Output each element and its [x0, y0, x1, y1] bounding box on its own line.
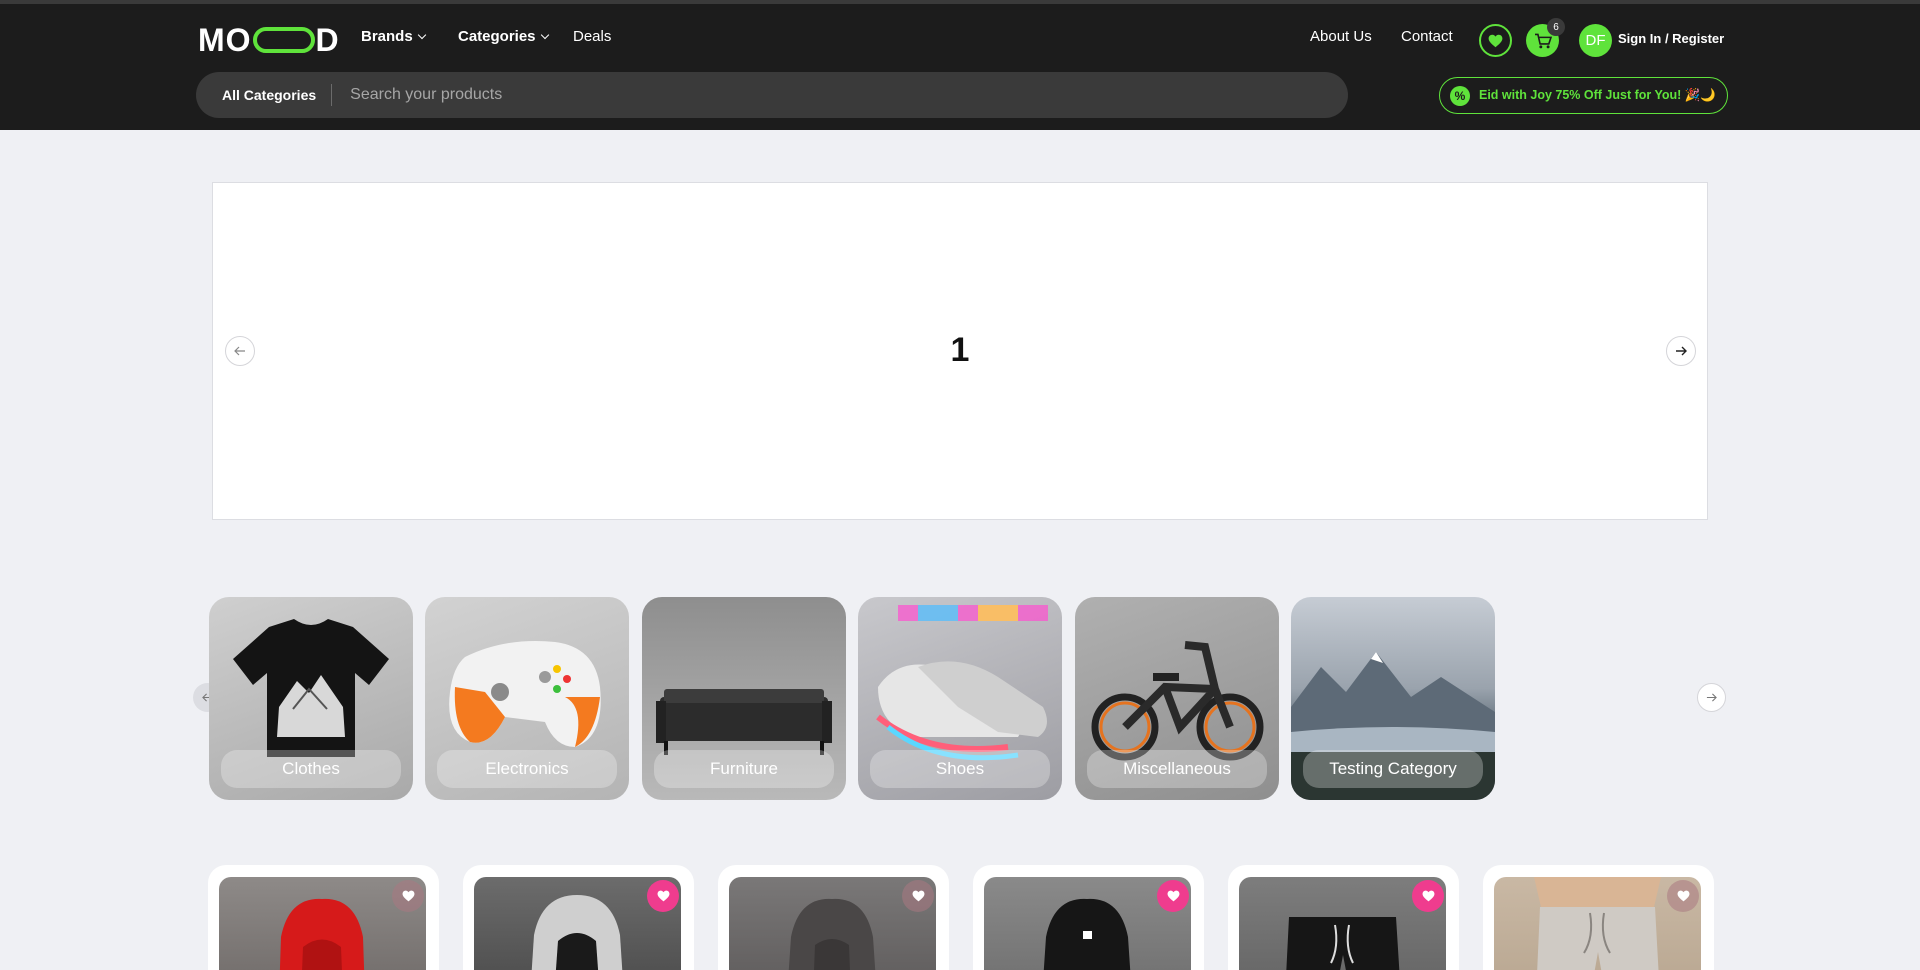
signin-register-link[interactable]: Sign In / Register	[1618, 31, 1724, 46]
category-label: Clothes	[221, 750, 401, 788]
nav-deals-label: Deals	[573, 28, 612, 45]
product-card[interactable]	[1228, 865, 1459, 970]
top-header: MO D Brands Categories Deals About Us Co…	[0, 0, 1920, 130]
promo-banner[interactable]: % Eid with Joy 75% Off Just for You! 🎉🌙	[1439, 77, 1728, 114]
chevron-down-icon	[540, 30, 549, 40]
category-miscellaneous[interactable]: Miscellaneous	[1075, 597, 1279, 800]
cart-icon	[1534, 33, 1552, 48]
heart-icon	[912, 890, 924, 902]
avatar[interactable]: DF	[1579, 24, 1612, 57]
search-bar: All Categories	[196, 72, 1348, 118]
hero-next-button[interactable]	[1666, 336, 1696, 366]
category-select[interactable]: All Categories	[196, 84, 333, 106]
categories-next-button[interactable]	[1697, 683, 1726, 712]
nav-brands[interactable]: Brands	[361, 28, 426, 45]
favorite-toggle[interactable]	[902, 880, 934, 912]
nav-categories-label: Categories	[458, 28, 536, 45]
category-shoes[interactable]: Shoes	[858, 597, 1062, 800]
about-link[interactable]: About Us	[1310, 28, 1372, 45]
category-label: Electronics	[437, 750, 617, 788]
product-card[interactable]	[463, 865, 694, 970]
category-label: Testing Category	[1303, 750, 1483, 788]
product-card[interactable]	[718, 865, 949, 970]
wishlist-button[interactable]	[1479, 24, 1512, 57]
nav-brands-label: Brands	[361, 28, 413, 45]
heart-icon	[1488, 34, 1503, 47]
favorite-toggle[interactable]	[1157, 880, 1189, 912]
category-label: Shoes	[870, 750, 1050, 788]
logo-pill-icon	[252, 27, 315, 53]
category-testing[interactable]: Testing Category	[1291, 597, 1495, 800]
logo[interactable]: MO D	[198, 22, 340, 58]
logo-text-right: D	[315, 21, 340, 58]
category-clothes[interactable]: Clothes	[209, 597, 413, 800]
category-label: Miscellaneous	[1087, 750, 1267, 788]
cart-button[interactable]: 6	[1526, 18, 1565, 57]
arrow-right-icon	[1706, 693, 1717, 702]
heart-icon	[657, 890, 669, 902]
hero-carousel: 1	[212, 182, 1708, 520]
favorite-toggle[interactable]	[392, 880, 424, 912]
cart-count-badge: 6	[1547, 18, 1565, 36]
arrow-right-icon	[1676, 346, 1687, 356]
heart-icon	[1422, 890, 1434, 902]
favorite-toggle[interactable]	[647, 880, 679, 912]
product-card[interactable]	[208, 865, 439, 970]
favorite-toggle[interactable]	[1667, 880, 1699, 912]
category-furniture[interactable]: Furniture	[642, 597, 846, 800]
nav-categories[interactable]: Categories	[458, 28, 549, 45]
chevron-down-icon	[417, 30, 426, 40]
hero-prev-button[interactable]	[225, 336, 255, 366]
discount-icon: %	[1450, 85, 1470, 106]
product-card[interactable]	[973, 865, 1204, 970]
logo-text-left: MO	[198, 21, 252, 58]
product-card[interactable]	[1483, 865, 1714, 970]
heart-icon	[402, 890, 414, 902]
arrow-left-icon	[234, 346, 245, 356]
heart-icon	[1677, 890, 1689, 902]
nav-deals[interactable]: Deals	[573, 28, 611, 45]
category-electronics[interactable]: Electronics	[425, 597, 629, 800]
contact-link[interactable]: Contact	[1401, 28, 1453, 45]
favorite-toggle[interactable]	[1412, 880, 1444, 912]
slide-number: 1	[950, 331, 970, 369]
category-label: Furniture	[654, 750, 834, 788]
search-input[interactable]	[332, 72, 1348, 118]
heart-icon	[1167, 890, 1179, 902]
promo-text: Eid with Joy 75% Off Just for You! 🎉🌙	[1479, 88, 1716, 102]
